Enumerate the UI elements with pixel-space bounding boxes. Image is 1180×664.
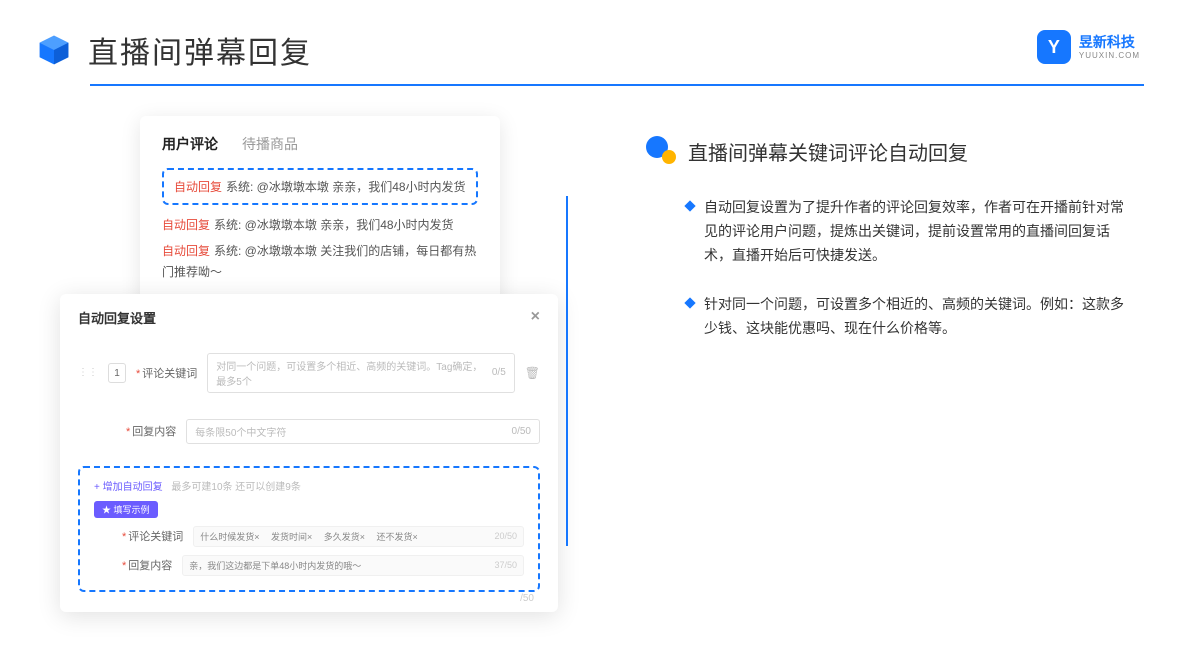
ex-keyword-label: 评论关键词 xyxy=(128,531,183,543)
connector-line xyxy=(566,196,568,546)
overflow-count: /50 xyxy=(520,593,534,604)
highlighted-comment: 自动回复系统: @冰墩墩本墩 亲亲，我们48小时内发货 xyxy=(162,168,478,205)
diamond-icon xyxy=(684,298,695,309)
keyword-input[interactable]: 对同一个问题，可设置多个相近、高频的关键词。Tag确定，最多5个 0/5 xyxy=(207,353,514,393)
auto-reply-tag: 自动回复 xyxy=(162,218,210,232)
brand: Y 昱新科技 YUUXIN.COM xyxy=(1037,30,1140,64)
bullet-item: 针对同一个问题，可设置多个相近的、高频的关键词。例如：这款多少钱、这块能优惠吗、… xyxy=(646,293,1144,341)
ex-keyword-count: 20/50 xyxy=(494,531,517,541)
keyword-count: 0/5 xyxy=(492,367,506,378)
comment-line: 自动回复系统: @冰墩墩本墩 关注我们的店铺，每日都有热门推荐呦～ xyxy=(162,241,478,284)
settings-modal: 自动回复设置 × ⋮⋮ 1 *评论关键词 对同一个问题，可设置多个相近、高频的关… xyxy=(60,294,558,612)
comment-text: 系统: @冰墩墩本墩 亲亲，我们48小时内发货 xyxy=(214,218,454,232)
bullet-item: 自动回复设置为了提升作者的评论回复效率，作者可在开播前针对常见的评论用户问题，提… xyxy=(646,196,1144,267)
chat-bubble-icon xyxy=(646,136,676,166)
cube-icon xyxy=(36,32,72,68)
diamond-icon xyxy=(684,200,695,211)
tab-user-comments[interactable]: 用户评论 xyxy=(162,134,218,154)
ex-keyword-tags: 什么时候发货× 发货时间× 多久发货× 还不发货× xyxy=(200,530,418,543)
bullet-text: 针对同一个问题，可设置多个相近的、高频的关键词。例如：这款多少钱、这块能优惠吗、… xyxy=(704,293,1124,341)
ex-keyword-input[interactable]: 什么时候发货× 发货时间× 多久发货× 还不发货× 20/50 xyxy=(193,526,524,547)
content-input[interactable]: 每条限50个中文字符 0/50 xyxy=(186,419,540,444)
content-label: 回复内容 xyxy=(132,426,176,438)
add-reply-link[interactable]: + 增加自动回复 xyxy=(94,482,163,493)
ex-content-input[interactable]: 亲，我们这边都是下单48小时内发货的哦～ 37/50 xyxy=(182,555,524,576)
section-title: 直播间弹幕关键词评论自动回复 xyxy=(688,137,968,166)
brand-logo-icon: Y xyxy=(1037,30,1071,64)
content-placeholder: 每条限50个中文字符 xyxy=(195,424,286,439)
add-reply-hint: 最多可建10条 还可以创建9条 xyxy=(171,482,300,493)
modal-title: 自动回复设置 xyxy=(78,308,156,327)
auto-reply-tag: 自动回复 xyxy=(174,180,222,194)
bullet-text: 自动回复设置为了提升作者的评论回复效率，作者可在开播前针对常见的评论用户问题，提… xyxy=(704,196,1124,267)
ex-content-label: 回复内容 xyxy=(128,560,172,572)
content-count: 0/50 xyxy=(512,426,531,437)
keyword-label: 评论关键词 xyxy=(142,368,197,380)
drag-handle-icon[interactable]: ⋮⋮ xyxy=(78,367,98,378)
keyword-placeholder: 对同一个问题，可设置多个相近、高频的关键词。Tag确定，最多5个 xyxy=(216,358,492,388)
tab-pending-products[interactable]: 待播商品 xyxy=(242,134,298,154)
delete-icon[interactable]: 🗑 xyxy=(525,366,540,380)
ex-content-count: 37/50 xyxy=(494,560,517,570)
auto-reply-tag: 自动回复 xyxy=(162,244,210,258)
comment-line: 自动回复系统: @冰墩墩本墩 亲亲，我们48小时内发货 xyxy=(162,215,478,237)
page-title: 直播间弹幕回复 xyxy=(88,28,312,72)
rule-index: 1 xyxy=(108,363,126,383)
brand-name-cn: 昱新科技 xyxy=(1079,35,1140,49)
close-icon[interactable]: × xyxy=(531,308,540,326)
brand-name-en: YUUXIN.COM xyxy=(1079,52,1140,60)
comment-text: 系统: @冰墩墩本墩 亲亲，我们48小时内发货 xyxy=(226,180,466,194)
example-badge: ★ 填写示例 xyxy=(94,501,158,518)
example-box: + 增加自动回复 最多可建10条 还可以创建9条 ★ 填写示例 *评论关键词 什… xyxy=(78,466,540,592)
ex-content-text: 亲，我们这边都是下单48小时内发货的哦～ xyxy=(189,559,361,572)
